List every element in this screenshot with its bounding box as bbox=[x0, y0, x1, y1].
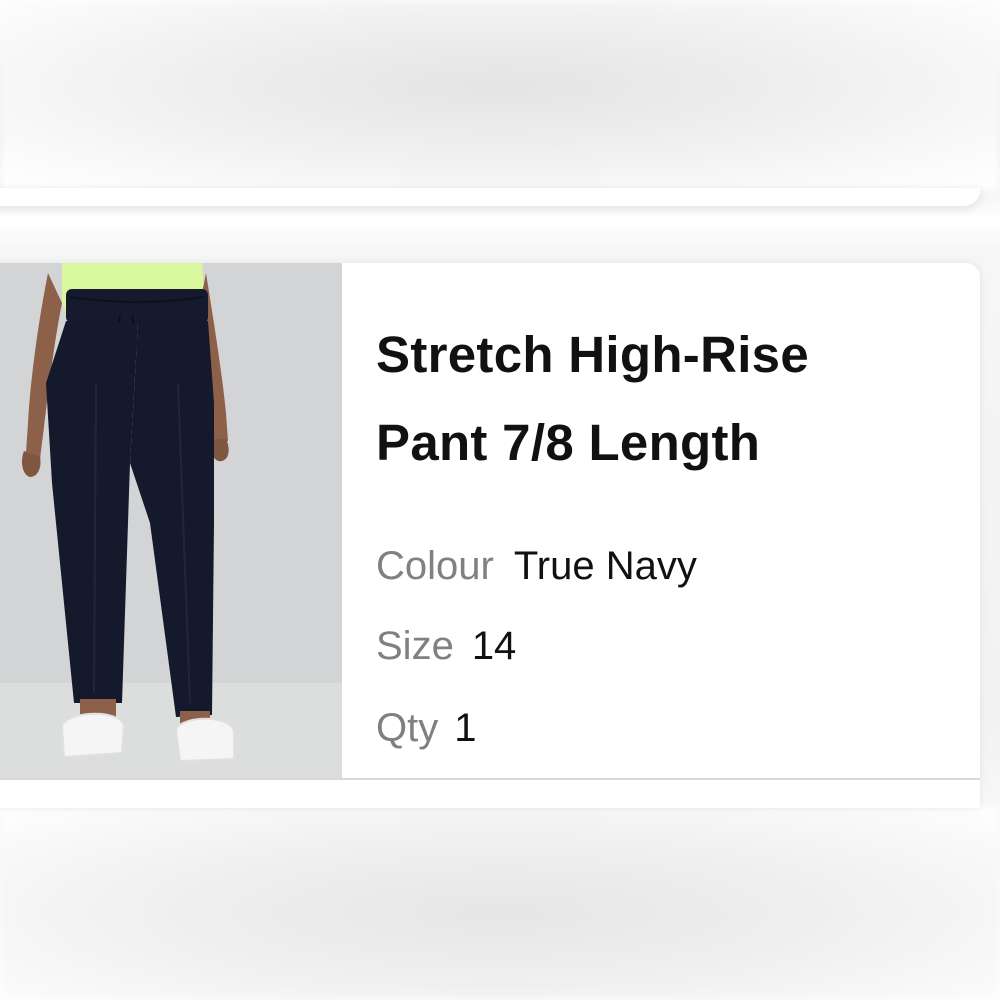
blurred-previous-item bbox=[0, 0, 1000, 190]
product-photo-navy-pants-icon bbox=[0, 263, 342, 779]
screenshot-stage: Stretch High-Rise Pant 7/8 Length Colour… bbox=[0, 0, 1000, 1000]
size-value: 14 bbox=[471, 624, 517, 668]
qty-label: Qty bbox=[376, 706, 439, 750]
card-divider bbox=[0, 778, 980, 780]
previous-card-edge bbox=[0, 188, 980, 206]
size-row: Size 14 bbox=[376, 622, 516, 670]
product-image[interactable] bbox=[0, 263, 342, 779]
blurred-next-item bbox=[0, 806, 1000, 1000]
cart-item-card[interactable]: Stretch High-Rise Pant 7/8 Length Colour… bbox=[0, 263, 980, 808]
colour-row: Colour True Navy bbox=[376, 542, 697, 590]
product-title[interactable]: Stretch High-Rise Pant 7/8 Length bbox=[376, 311, 936, 487]
size-label: Size bbox=[376, 624, 454, 668]
qty-value: 1 bbox=[454, 706, 477, 750]
colour-value: True Navy bbox=[513, 544, 697, 588]
product-title-line-1: Stretch High-Rise bbox=[376, 326, 809, 383]
colour-label: Colour bbox=[376, 544, 494, 588]
qty-row: Qty 1 bbox=[376, 704, 476, 752]
product-title-line-2: Pant 7/8 Length bbox=[376, 414, 761, 471]
